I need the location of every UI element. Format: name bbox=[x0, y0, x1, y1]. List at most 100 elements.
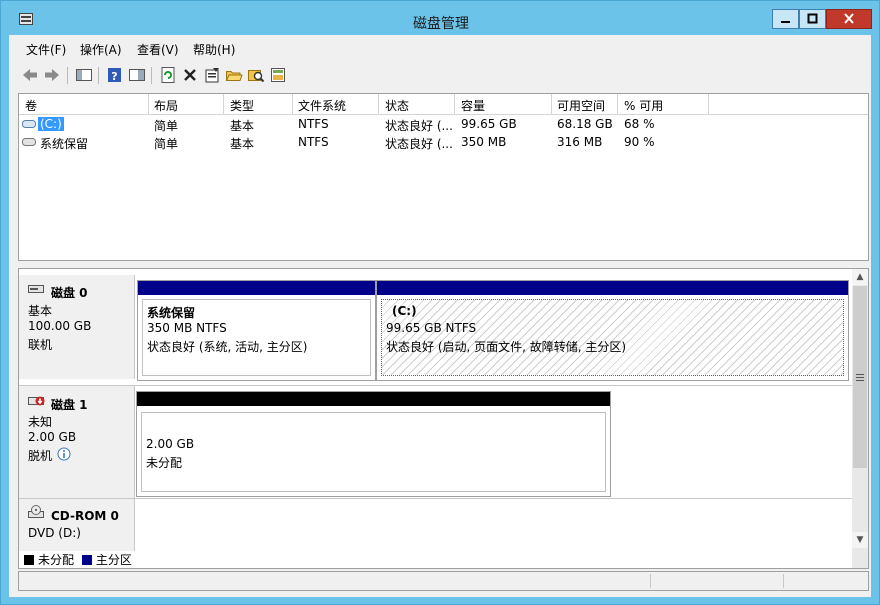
show-hide-tree-icon[interactable] bbox=[75, 66, 93, 84]
column-header-capacity[interactable]: 容量 bbox=[461, 97, 485, 114]
rescan-icon[interactable] bbox=[269, 66, 287, 84]
close-button[interactable] bbox=[826, 9, 872, 29]
forward-arrow-icon[interactable] bbox=[43, 66, 61, 84]
partition-header-bar bbox=[138, 281, 375, 295]
grip-icon bbox=[856, 374, 864, 381]
disk-row-disk-1: 磁盘 1 未知 2.00 GB 脱机 2.00 GB 未分配 bbox=[19, 386, 852, 499]
column-header-filesystem[interactable]: 文件系统 bbox=[298, 97, 346, 114]
menu-help[interactable]: 帮助(H) bbox=[193, 41, 235, 58]
vertical-scrollbar[interactable]: ▲ ▼ bbox=[852, 269, 868, 568]
disk-type: 未知 bbox=[28, 415, 53, 429]
volume-capacity: 99.65 GB bbox=[461, 117, 517, 131]
back-arrow-icon[interactable] bbox=[21, 66, 39, 84]
volume-percent-free: 68 % bbox=[624, 117, 655, 131]
info-icon[interactable] bbox=[57, 447, 71, 461]
volume-icon bbox=[22, 138, 36, 146]
open-icon[interactable] bbox=[225, 66, 243, 84]
volume-name: 系统保留 bbox=[40, 137, 89, 151]
partition-size-filesystem: 350 MB NTFS bbox=[147, 321, 227, 335]
disk-name: CD-ROM 0 bbox=[51, 509, 119, 523]
menu-file[interactable]: 文件(F) bbox=[26, 41, 66, 58]
disk-size: 100.00 GB bbox=[28, 319, 92, 333]
scroll-up-button[interactable]: ▲ bbox=[852, 269, 868, 285]
partition-status: 状态良好 (系统, 活动, 主分区) bbox=[147, 340, 308, 354]
scroll-thumb[interactable] bbox=[853, 286, 867, 468]
volume-free-space: 68.18 GB bbox=[557, 117, 613, 131]
volume-type: 基本 bbox=[230, 137, 255, 151]
status-bar bbox=[18, 571, 869, 591]
disk-name: 磁盘 1 bbox=[51, 398, 88, 412]
minimize-button[interactable] bbox=[772, 9, 799, 29]
minimize-icon bbox=[781, 21, 790, 23]
disk-state: 脱机 bbox=[28, 449, 53, 463]
volume-percent-free: 90 % bbox=[624, 135, 655, 149]
volume-list[interactable]: 卷 布局 类型 文件系统 状态 容量 可用空间 % 可用 (C:) 简单 基本 … bbox=[18, 93, 869, 261]
volume-layout: 简单 bbox=[154, 119, 179, 133]
primary-partition-swatch bbox=[81, 555, 92, 565]
title-bar[interactable]: 磁盘管理 bbox=[1, 1, 879, 35]
cd-rom-drive-icon bbox=[28, 505, 44, 518]
volume-status: 状态良好 (... bbox=[385, 137, 453, 151]
column-header-layout[interactable]: 布局 bbox=[154, 97, 178, 114]
toolbar-separator bbox=[151, 67, 152, 84]
window-title: 磁盘管理 bbox=[413, 16, 469, 32]
legend: 未分配 主分区 bbox=[24, 551, 132, 567]
column-header-free-space[interactable]: 可用空间 bbox=[557, 97, 605, 114]
volume-list-header: 卷 布局 类型 文件系统 状态 容量 可用空间 % 可用 bbox=[19, 94, 868, 115]
partition-header-bar bbox=[137, 392, 610, 406]
toolbar: ? bbox=[9, 63, 871, 89]
disk-label-disk-0[interactable]: 磁盘 0 基本 100.00 GB 联机 bbox=[19, 275, 135, 379]
partition-status: 未分配 bbox=[146, 456, 183, 470]
volume-icon bbox=[22, 120, 36, 128]
legend-primary: 主分区 bbox=[95, 553, 132, 567]
volume-capacity: 350 MB bbox=[461, 135, 507, 149]
help-icon[interactable]: ? bbox=[106, 66, 124, 84]
volume-filesystem: NTFS bbox=[298, 135, 329, 149]
partition-unallocated[interactable]: 2.00 GB 未分配 bbox=[136, 391, 611, 497]
partition-size-filesystem: 99.65 GB NTFS bbox=[386, 321, 477, 335]
disk-row-disk-0: 磁盘 0 基本 100.00 GB 联机 系统保留 350 MB NTFS 状态… bbox=[19, 269, 852, 386]
delete-icon[interactable] bbox=[181, 66, 199, 84]
partition-system-reserved[interactable]: 系统保留 350 MB NTFS 状态良好 (系统, 活动, 主分区) bbox=[137, 280, 376, 381]
partition-title: 系统保留 bbox=[147, 306, 196, 320]
volume-name: (C:) bbox=[38, 117, 64, 131]
partition-header-bar bbox=[377, 281, 848, 295]
disk-type: DVD (D:) bbox=[28, 526, 81, 540]
partition-title: (C:) bbox=[392, 304, 417, 318]
column-header-type[interactable]: 类型 bbox=[230, 97, 254, 114]
toolbar-separator bbox=[67, 67, 68, 84]
partition-status: 状态良好 (启动, 页面文件, 故障转储, 主分区) bbox=[386, 340, 627, 354]
volume-status: 状态良好 (... bbox=[385, 119, 453, 133]
disk-label-disk-1[interactable]: 磁盘 1 未知 2.00 GB 脱机 bbox=[19, 386, 135, 498]
disk-graphical-view: 磁盘 0 基本 100.00 GB 联机 系统保留 350 MB NTFS 状态… bbox=[18, 268, 869, 569]
column-header-volume[interactable]: 卷 bbox=[25, 97, 37, 114]
maximize-button[interactable] bbox=[799, 9, 826, 29]
disk-type: 基本 bbox=[28, 304, 53, 318]
partition-size: 2.00 GB bbox=[146, 437, 195, 451]
disk-label-cdrom-0[interactable]: CD-ROM 0 DVD (D:) bbox=[19, 499, 135, 551]
column-header-status[interactable]: 状态 bbox=[385, 97, 409, 114]
close-icon bbox=[844, 13, 854, 24]
volume-type: 基本 bbox=[230, 119, 255, 133]
volume-free-space: 316 MB bbox=[557, 135, 603, 149]
toolbar-separator bbox=[98, 67, 99, 84]
volume-row[interactable]: 系统保留 简单 基本 NTFS 状态良好 (... 350 MB 316 MB … bbox=[19, 133, 868, 151]
properties-pane-icon[interactable] bbox=[128, 66, 146, 84]
volume-row[interactable]: (C:) 简单 基本 NTFS 状态良好 (... 99.65 GB 68.18… bbox=[19, 115, 868, 133]
basic-disk-icon bbox=[28, 285, 44, 293]
menu-action[interactable]: 操作(A) bbox=[80, 41, 122, 58]
window: 磁盘管理 文件(F) 操作(A) 查看(V) 帮助(H) ? 卷 布局 类型 文… bbox=[0, 0, 880, 605]
disk-row-cdrom-0: CD-ROM 0 DVD (D:) bbox=[19, 499, 852, 555]
disk-size: 2.00 GB bbox=[28, 430, 77, 444]
partition-c-drive[interactable]: (C:) 99.65 GB NTFS 状态良好 (启动, 页面文件, 故障转储,… bbox=[376, 280, 849, 381]
refresh-icon[interactable] bbox=[159, 66, 177, 84]
offline-disk-icon bbox=[28, 396, 45, 406]
explore-icon[interactable] bbox=[247, 66, 265, 84]
disk-state: 联机 bbox=[28, 338, 53, 352]
scroll-down-button[interactable]: ▼ bbox=[852, 532, 868, 548]
properties-icon[interactable] bbox=[203, 66, 221, 84]
column-header-percent-free[interactable]: % 可用 bbox=[624, 97, 663, 114]
menu-view[interactable]: 查看(V) bbox=[137, 41, 179, 58]
disk-name: 磁盘 0 bbox=[51, 286, 88, 300]
svg-text:?: ? bbox=[111, 70, 117, 83]
